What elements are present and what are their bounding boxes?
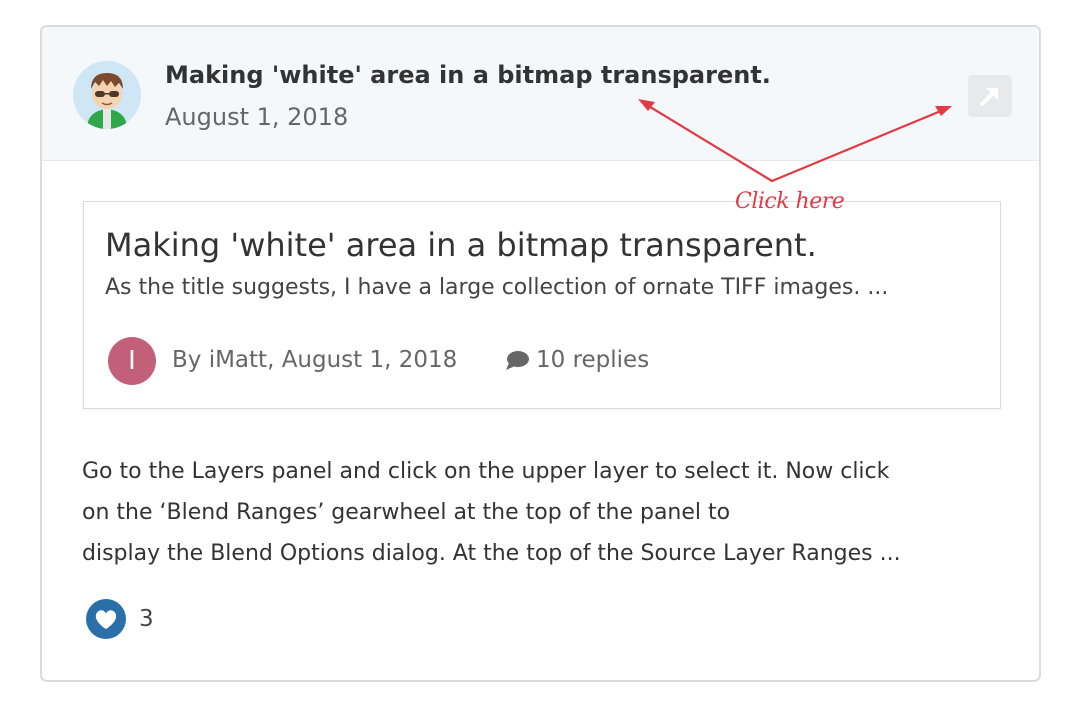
embed-snippet: As the title suggests, I have a large co…	[105, 275, 889, 300]
embedded-topic-card[interactable]: Making 'white' area in a bitmap transpar…	[83, 201, 1001, 409]
external-link-arrow-icon	[980, 88, 998, 106]
card-header: Making 'white' area in a bitmap transpar…	[42, 27, 1039, 161]
replies-label: 10 replies	[536, 347, 650, 373]
annotation-label: Click here	[735, 189, 845, 214]
replies-count: 10 replies	[504, 347, 649, 373]
heart-icon[interactable]	[85, 598, 127, 640]
embed-byline: By iMatt, August 1, 2018	[172, 347, 458, 373]
comment-bubble-icon	[506, 351, 529, 370]
open-link-button[interactable]	[968, 75, 1012, 117]
embed-title-link[interactable]: Making 'white' area in a bitmap transpar…	[105, 226, 817, 264]
post-date: August 1, 2018	[165, 103, 349, 131]
like-reaction[interactable]: 3	[85, 598, 154, 640]
post-body-line: Go to the Layers panel and click on the …	[82, 459, 890, 484]
post-card: Making 'white' area in a bitmap transpar…	[40, 25, 1041, 682]
post-body: Go to the Layers panel and click on the …	[82, 451, 1002, 574]
post-title-link[interactable]: Making 'white' area in a bitmap transpar…	[165, 61, 771, 89]
reaction-count: 3	[139, 606, 154, 632]
post-body-line: on the ‘Blend Ranges’ gearwheel at the t…	[82, 500, 731, 525]
cartoon-avatar-icon	[73, 61, 141, 129]
user-avatar[interactable]	[73, 61, 141, 129]
post-body-line: display the Blend Options dialog. At the…	[82, 541, 901, 566]
author-avatar[interactable]: I	[108, 337, 156, 385]
